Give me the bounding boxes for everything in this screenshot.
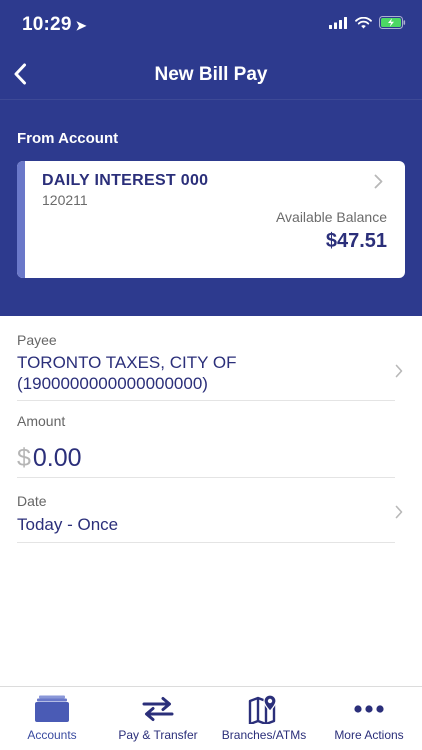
account-number: 120211 bbox=[42, 192, 88, 208]
chevron-right-icon bbox=[395, 505, 403, 519]
tab-branches-atms[interactable]: Branches/ATMs bbox=[212, 687, 316, 750]
date-value: Today - Once bbox=[17, 515, 119, 534]
tab-pay-transfer-label: Pay & Transfer bbox=[118, 728, 198, 742]
tab-more-actions-label: More Actions bbox=[334, 728, 404, 742]
status-time: 10:29 bbox=[22, 14, 72, 35]
amount-value: 0.00 bbox=[32, 444, 82, 472]
tab-branches-atms-label: Branches/ATMs bbox=[221, 728, 307, 742]
tab-accounts-label: Accounts bbox=[27, 728, 77, 742]
wifi-icon bbox=[355, 16, 372, 28]
tab-pay-transfer[interactable]: Pay & Transfer bbox=[104, 687, 212, 750]
account-card-accent bbox=[17, 161, 25, 278]
tab-bar: Accounts Pay & Transfer Branches/ATMs Mo… bbox=[0, 686, 422, 750]
accounts-icon bbox=[35, 695, 69, 722]
payee-name: TORONTO TAXES, CITY OF bbox=[17, 353, 237, 372]
currency-symbol: $ bbox=[17, 444, 31, 472]
battery-charging-icon bbox=[379, 16, 406, 29]
tab-more-actions[interactable]: More Actions bbox=[316, 687, 422, 750]
cellular-signal-icon bbox=[329, 16, 347, 29]
map-pin-icon bbox=[248, 694, 277, 724]
nav-bar: New Bill Pay bbox=[0, 50, 422, 100]
account-name: DAILY INTEREST 000 bbox=[42, 172, 209, 189]
chevron-right-icon bbox=[395, 364, 403, 378]
payee-account-number: (1900000000000000000) bbox=[17, 374, 208, 393]
page-title: New Bill Pay bbox=[154, 64, 268, 85]
from-account-label: From Account bbox=[17, 130, 119, 147]
status-bar: 10:29 ➤ bbox=[0, 0, 422, 48]
tab-accounts[interactable]: Accounts bbox=[0, 687, 104, 750]
available-balance-label: Available Balance bbox=[275, 209, 387, 225]
amount-field[interactable]: Amount $ 0.00 bbox=[17, 402, 395, 478]
payee-label: Payee bbox=[17, 332, 57, 348]
location-arrow-icon: ➤ bbox=[75, 18, 87, 33]
date-label: Date bbox=[17, 493, 47, 509]
ellipsis-icon bbox=[354, 705, 384, 713]
from-account-card[interactable]: DAILY INTEREST 000 120211 Available Bala… bbox=[17, 161, 405, 278]
date-field[interactable]: Date Today - Once bbox=[17, 479, 403, 543]
amount-input[interactable]: $ 0.00 bbox=[17, 444, 82, 473]
amount-label: Amount bbox=[17, 413, 66, 429]
transfer-arrows-icon bbox=[142, 697, 174, 721]
available-balance-value: $47.51 bbox=[325, 230, 387, 252]
chevron-right-icon bbox=[374, 174, 383, 189]
payee-field[interactable]: Payee TORONTO TAXES, CITY OF (1900000000… bbox=[17, 329, 403, 401]
header-background: 10:29 ➤ New Bill Pay From Account DAILY … bbox=[0, 0, 422, 316]
